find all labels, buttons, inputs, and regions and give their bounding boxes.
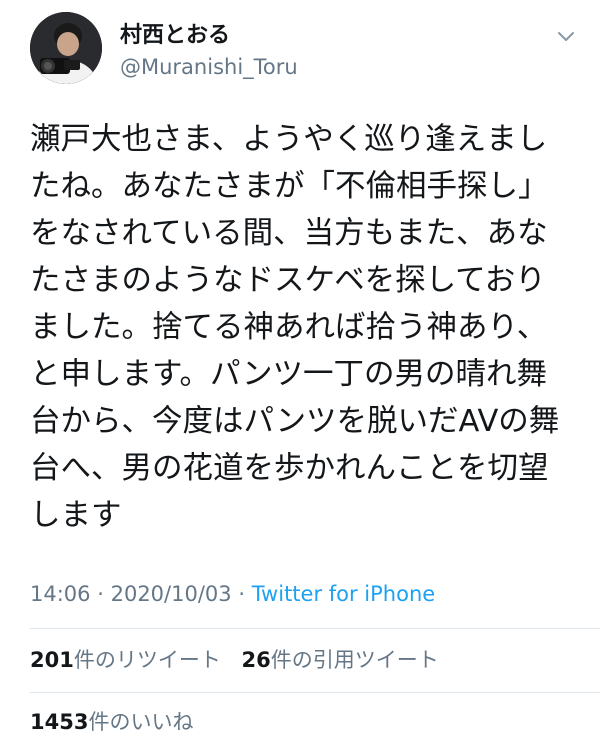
divider bbox=[30, 692, 600, 693]
tweet-text-line: ました。捨てる神あれば拾う神あり、 bbox=[30, 310, 548, 345]
more-options-button[interactable] bbox=[552, 24, 580, 48]
display-name[interactable]: 村西とおる bbox=[120, 22, 230, 50]
likes-count: 1453 bbox=[30, 710, 89, 734]
likes-label: 件のいいね bbox=[88, 710, 194, 734]
retweets-count: 201 bbox=[30, 648, 74, 672]
tweet-time[interactable]: 14:06 bbox=[30, 582, 91, 606]
tweet-text: 瀬戸大也さま、ようやく巡り逢えまし たね。あなたさまが「不倫相手探し」 をなされ… bbox=[30, 116, 559, 539]
divider bbox=[30, 628, 600, 629]
tweet-date[interactable]: 2020/10/03 bbox=[111, 582, 232, 606]
tweet-text-line: たさまのようなドスケベを探しており bbox=[30, 263, 546, 298]
tweet-text-line: 台へ、男の花道を歩かれんことを切望 bbox=[30, 451, 549, 486]
likes-stat[interactable]: 1453件のいいね bbox=[30, 708, 193, 736]
retweets-stat[interactable]: 201件のリツイート bbox=[30, 648, 221, 672]
meta-separator: · bbox=[97, 582, 104, 606]
quotes-stat[interactable]: 26件の引用ツイート bbox=[242, 648, 439, 672]
user-avatar[interactable] bbox=[30, 12, 102, 84]
tweet-text-line: します bbox=[30, 498, 122, 533]
user-handle[interactable]: @Muranishi_Toru bbox=[120, 54, 298, 80]
tweet-source-link[interactable]: Twitter for iPhone bbox=[252, 582, 436, 606]
chevron-down-icon bbox=[558, 32, 574, 41]
tweet-meta: 14:06 · 2020/10/03 · Twitter for iPhone bbox=[30, 580, 435, 608]
meta-separator: · bbox=[238, 582, 246, 606]
retweets-label: 件のリツイート bbox=[73, 648, 221, 672]
tweet-stats: 201件のリツイート 26件の引用ツイート bbox=[30, 646, 439, 674]
tweet-text-line: 台から、今度はパンツを脱いだAVの舞 bbox=[30, 404, 560, 439]
tweet-text-line: たね。あなたさまが「不倫相手探し」 bbox=[30, 169, 549, 204]
tweet-text-line: と申します。パンツ一丁の男の晴れ舞 bbox=[30, 357, 547, 392]
quotes-count: 26 bbox=[241, 648, 271, 672]
tweet-text-line: をなされている間、当方もまた、あな bbox=[30, 216, 548, 251]
quotes-label: 件の引用ツイート bbox=[270, 648, 439, 672]
avatar-photo-icon bbox=[30, 12, 102, 84]
tweet-text-line: 瀬戸大也さま、ようやく巡り逢えまし bbox=[30, 122, 548, 157]
